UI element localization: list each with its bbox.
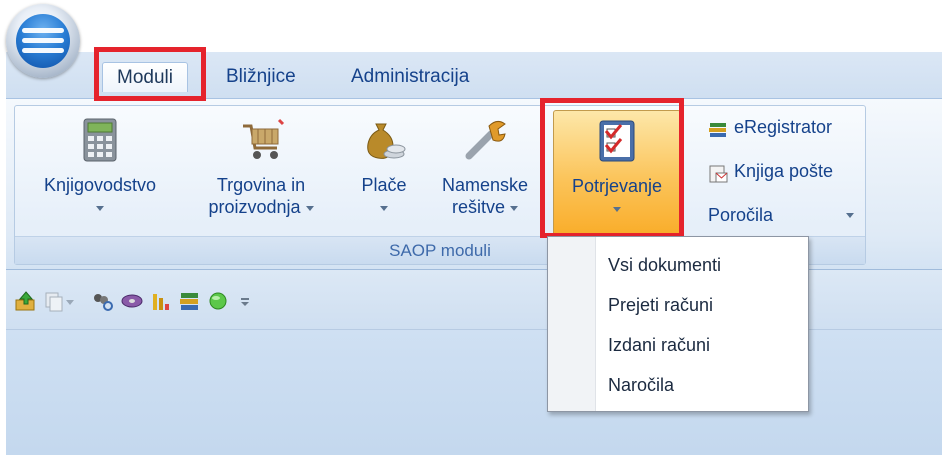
knjigovodstvo-button[interactable]: Knjigovodstvo <box>25 110 175 236</box>
ribbon-tab-strip: Moduli Bližnjice Administracija <box>6 52 942 98</box>
checklist-icon <box>593 117 641 165</box>
bar-chart-icon[interactable] <box>150 290 174 312</box>
chevron-down-icon <box>613 206 621 212</box>
namenske-label-line2: rešitve <box>451 197 505 217</box>
porocila-label: Poročila <box>708 205 774 225</box>
chevron-down-icon <box>380 205 388 211</box>
potrjevanje-label: Potrjevanje <box>571 176 663 196</box>
menu-item-izdani-racuni[interactable]: Izdani računi <box>596 325 808 365</box>
customize-arrow-icon[interactable] <box>238 290 252 312</box>
menu-item-prejeti-racuni[interactable]: Prejeti računi <box>596 285 808 325</box>
books-icon[interactable] <box>178 290 202 312</box>
tab-moduli[interactable]: Moduli <box>102 62 188 92</box>
application-menu-button[interactable] <box>6 4 80 78</box>
calculator-icon <box>76 116 124 164</box>
chevron-down-icon[interactable] <box>66 290 80 312</box>
application-window: Moduli Bližnjice Administracija Knjigovo… <box>0 0 942 455</box>
books-icon <box>708 118 728 138</box>
menu-item-narocila[interactable]: Naročila <box>596 365 808 405</box>
knjigovodstvo-label: Knjigovodstvo <box>43 175 157 195</box>
upload-icon[interactable] <box>14 290 38 312</box>
money-bag-icon <box>360 116 408 164</box>
disc-icon[interactable] <box>120 290 144 312</box>
chevron-down-icon <box>96 205 104 211</box>
chevron-down-icon <box>510 205 519 211</box>
knjiga-poste-button[interactable]: Knjiga pošte <box>708 155 833 187</box>
copy-icon[interactable] <box>42 290 66 312</box>
eregistrator-label: eRegistrator <box>734 117 833 137</box>
namenske-resitve-button[interactable]: Namenske rešitve <box>429 110 541 236</box>
menu-icon-gutter <box>548 237 596 411</box>
green-orb-icon[interactable] <box>206 290 230 312</box>
namenske-label-line1: Namenske <box>441 175 529 195</box>
wrench-icon <box>461 116 509 164</box>
menu-item-vsi-dokumenti[interactable]: Vsi dokumenti <box>596 245 808 285</box>
mailbook-icon <box>708 162 728 183</box>
potrjevanje-button[interactable]: Potrjevanje <box>553 110 681 236</box>
app-logo-icon <box>16 14 70 68</box>
place-label: Plače <box>361 175 407 195</box>
trgovina-label-line2: proizvodnja <box>208 197 301 217</box>
search-people-icon[interactable] <box>90 290 114 312</box>
chevron-down-icon <box>846 213 854 218</box>
chevron-down-icon <box>305 205 314 211</box>
tab-administracija[interactable]: Administracija <box>337 62 483 92</box>
shopping-cart-icon <box>237 116 285 164</box>
potrjevanje-dropdown-menu: Vsi dokumenti Prejeti računi Izdani raču… <box>547 236 809 412</box>
trgovina-label-line1: Trgovina in <box>216 175 306 195</box>
place-button[interactable]: Plače <box>349 110 419 236</box>
tab-bliznjice[interactable]: Bližnjice <box>212 62 310 92</box>
eregistrator-button[interactable]: eRegistrator <box>708 111 832 143</box>
porocila-button[interactable]: Poročila <box>708 199 858 231</box>
knjiga-poste-label: Knjiga pošte <box>734 161 834 181</box>
trgovina-proizvodnja-button[interactable]: Trgovina in proizvodnja <box>191 110 331 236</box>
